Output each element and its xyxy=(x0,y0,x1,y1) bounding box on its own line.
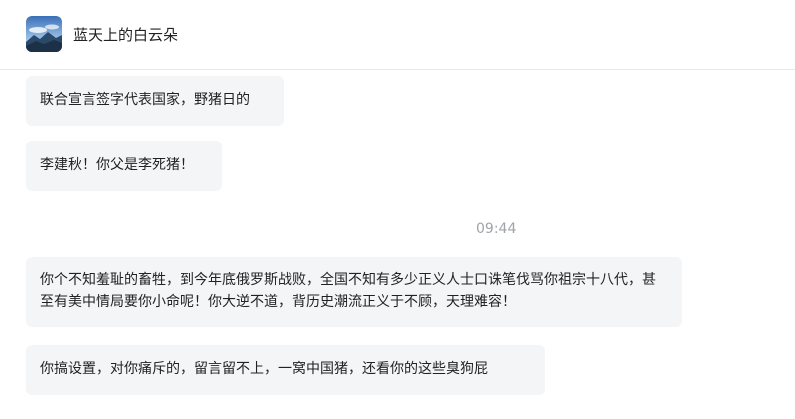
chat-header: 蓝天上的白云朵 xyxy=(0,0,795,70)
message-timestamp: 09:44 xyxy=(476,221,517,237)
message-text: 联合宣言签字代表国家，野猪日的 xyxy=(40,92,250,108)
message-bubble[interactable]: 李建秋！你父是李死猪！ xyxy=(26,141,222,191)
message-text: 你个不知羞耻的畜牲，到今年底俄罗斯战败，全国不知有多少正义人士口诛笔伐骂你祖宗十… xyxy=(40,272,656,310)
message-text: 李建秋！你父是李死猪！ xyxy=(40,157,194,173)
message-bubble[interactable]: 你搞设置，对你痛斥的，留言留不上，一窝中国猪，还看你的这些臭狗屁 xyxy=(26,345,545,395)
message-text: 你搞设置，对你痛斥的，留言留不上，一窝中国猪，还看你的这些臭狗屁 xyxy=(40,361,488,377)
message-bubble[interactable]: 联合宣言签字代表国家，野猪日的 xyxy=(26,76,284,126)
message-bubble[interactable]: 你个不知羞耻的畜牲，到今年底俄罗斯战败，全国不知有多少正义人士口诛笔伐骂你祖宗十… xyxy=(26,257,682,327)
contact-name: 蓝天上的白云朵 xyxy=(73,26,179,44)
avatar-landscape-image xyxy=(26,16,62,52)
avatar[interactable] xyxy=(26,16,62,52)
